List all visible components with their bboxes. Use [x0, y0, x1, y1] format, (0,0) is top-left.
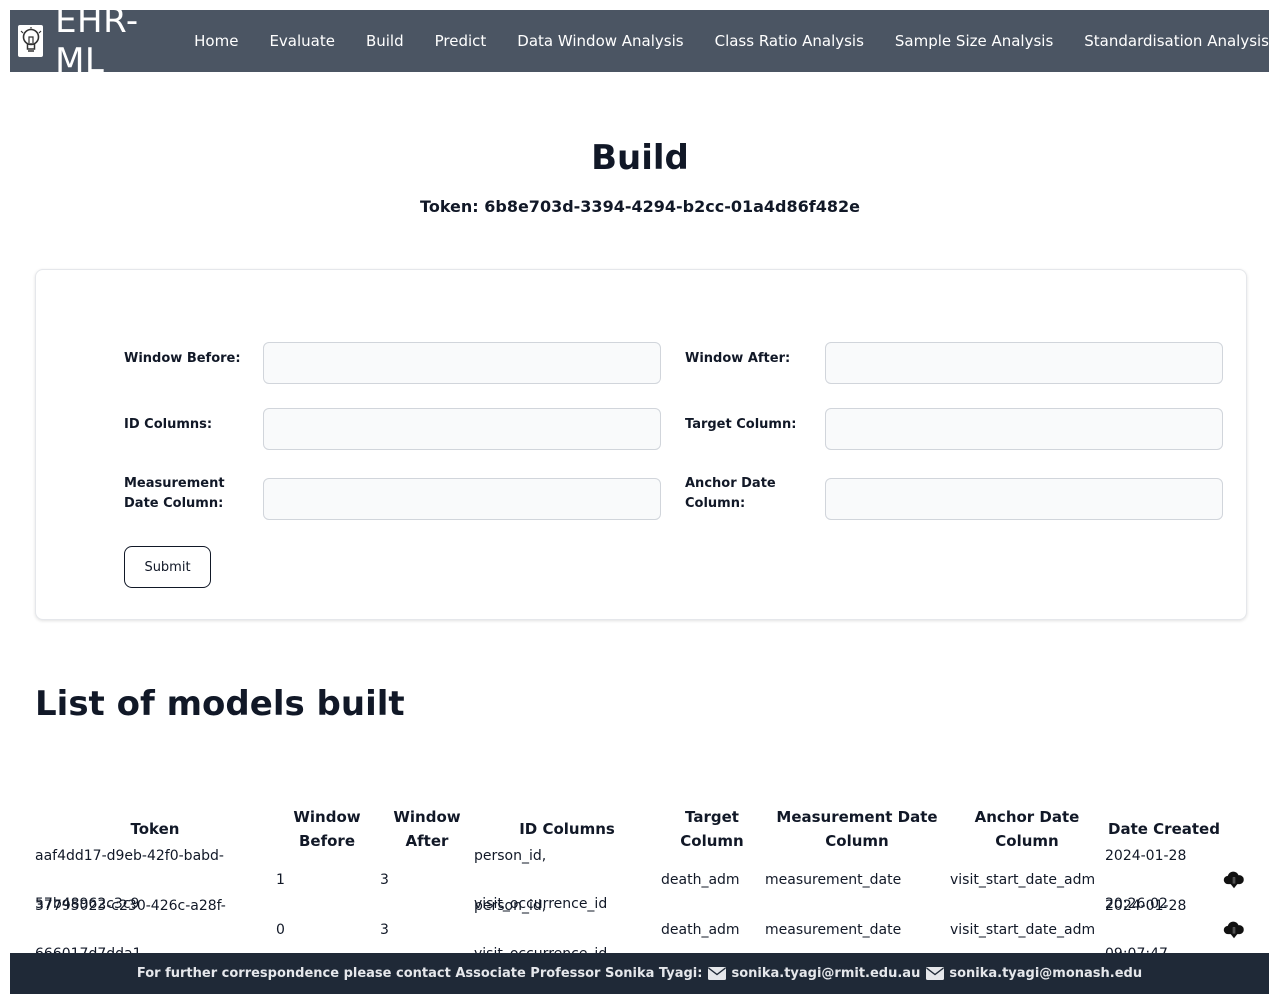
nav-evaluate[interactable]: Evaluate [269, 32, 335, 50]
nav-predict[interactable]: Predict [435, 32, 487, 50]
anchor-date-label-line-1: Anchor Date [685, 476, 776, 491]
nav-class-ratio-analysis[interactable]: Class Ratio Analysis [715, 32, 864, 50]
cell-measurement-date-column: measurement_date [765, 922, 902, 938]
envelope-icon [926, 967, 945, 980]
column-header-anchor-date-column: Anchor Date Column [974, 808, 1080, 850]
measurement-date-label-line-2: Date Column: [124, 496, 224, 511]
nav-standardisation-analysis[interactable]: Standardisation Analysis [1084, 32, 1269, 50]
column-header-measurement-date-column: Measurement Date Column [776, 808, 938, 850]
column-header-window-before: Window Before [293, 808, 361, 850]
measurement-date-column-input[interactable] [263, 478, 661, 520]
cell-window-after: 3 [380, 922, 389, 938]
cell-anchor-date-column: visit_start_date_adm [950, 922, 1096, 938]
anchor-date-column-input[interactable] [825, 478, 1223, 520]
cell-window-after: 3 [380, 872, 389, 888]
id-columns-label: ID Columns: [124, 417, 213, 432]
cell-window-before: 0 [276, 922, 285, 938]
nav-sample-size-analysis[interactable]: Sample Size Analysis [895, 32, 1053, 50]
brand[interactable]: EHR-ML [18, 1, 166, 81]
window-after-label: Window After: [685, 351, 791, 366]
build-form-card: Window Before: Window After: ID Columns:… [35, 269, 1247, 620]
id-columns-input[interactable] [263, 408, 661, 450]
cell-token: 37795023-c230-426c-a28f-666017d7dda1 [35, 898, 226, 962]
anchor-date-column-label: Anchor Date Column: [685, 474, 776, 514]
table-row: 37795023-c230-426c-a28f-666017d7dda1 0 3… [35, 898, 1250, 962]
app-title: EHR-ML [55, 1, 139, 81]
session-token: Token: 6b8e703d-3394-4294-b2cc-01a4d86f4… [420, 197, 860, 216]
nav-data-window-analysis[interactable]: Data Window Analysis [517, 32, 683, 50]
cell-window-before: 1 [276, 872, 285, 888]
cell-target-column: death_adm [661, 922, 740, 938]
anchor-date-label-line-2: Column: [685, 496, 746, 511]
cell-id-columns: person_id,visit_occurrence_id [474, 898, 607, 962]
cell-anchor-date-column: visit_start_date_adm [950, 872, 1096, 888]
footer-email-monash[interactable]: sonika.tyagi@monash.edu [926, 966, 1142, 981]
column-header-target-column: Target Column [680, 808, 744, 850]
measurement-date-column-label: Measurement Date Column: [124, 474, 225, 514]
footer-email-rmit[interactable]: sonika.tyagi@rmit.edu.au [708, 966, 920, 981]
models-list-title: List of models built [35, 684, 405, 724]
cloud-download-icon[interactable] [1223, 855, 1249, 905]
measurement-date-label-line-1: Measurement [124, 476, 225, 491]
window-before-label: Window Before: [124, 351, 241, 366]
footer: For further correspondence please contac… [10, 953, 1269, 994]
nav-menu: Home Evaluate Build Predict Data Window … [194, 32, 1269, 50]
target-column-label: Target Column: [685, 417, 797, 432]
cell-measurement-date-column: measurement_date [765, 872, 902, 888]
nav-build[interactable]: Build [366, 32, 404, 50]
page-title: Build [591, 138, 689, 178]
footer-text: For further correspondence please contac… [136, 966, 703, 981]
lightbulb-logo-icon [18, 25, 44, 57]
column-header-window-after: Window After [393, 808, 461, 850]
window-before-input[interactable] [263, 342, 661, 384]
envelope-icon [708, 967, 727, 980]
nav-home[interactable]: Home [194, 32, 238, 50]
top-navbar: EHR-ML Home Evaluate Build Predict Data … [10, 1, 1269, 81]
cloud-download-icon[interactable] [1223, 905, 1249, 955]
submit-button[interactable]: Submit [124, 546, 211, 588]
window-after-input[interactable] [825, 342, 1223, 384]
cell-target-column: death_adm [661, 872, 740, 888]
target-column-input[interactable] [825, 408, 1223, 450]
cell-date-created: 2024-01-2809:07:47 [1105, 898, 1187, 962]
